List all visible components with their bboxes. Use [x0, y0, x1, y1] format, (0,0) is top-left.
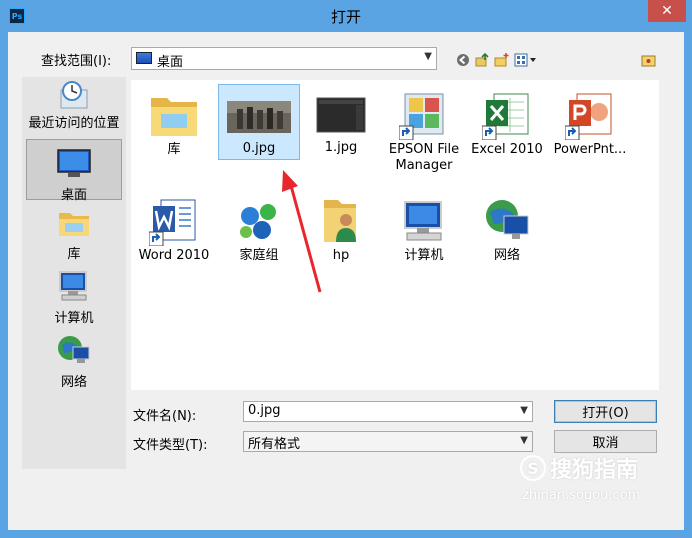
dark-thumbnail-icon [316, 97, 366, 133]
back-arrow-icon [457, 54, 469, 66]
powerpoint-shortcut-icon [564, 93, 612, 141]
file-label: PowerPnt... [553, 142, 627, 157]
file-label: EPSON File [388, 142, 460, 157]
view-menu-button[interactable] [514, 52, 538, 68]
watermark-brand: 搜狗指南 [550, 458, 639, 483]
file-item-selected[interactable]: 0.jpg [218, 84, 300, 160]
file-item[interactable]: 网络 [466, 190, 548, 266]
image-thumbnail-icon [227, 101, 291, 133]
place-label: 库 [67, 247, 81, 262]
cancel-button[interactable]: 取消 [554, 430, 657, 453]
place-computer[interactable]: 计算机 [26, 269, 122, 329]
close-icon: ✕ [661, 3, 673, 19]
epson-shortcut-icon [398, 93, 444, 141]
place-libraries[interactable]: 库 [26, 205, 122, 263]
filetype-label: 文件类型(T): [133, 438, 208, 453]
desktop-icon [136, 52, 152, 64]
sogou-watermark: S 搜狗指南 zhinan.sogou.com [520, 452, 680, 503]
filetype-value: 所有格式 [248, 437, 301, 452]
user-folder-icon [324, 200, 356, 242]
folder-star-icon [641, 55, 656, 67]
computer-icon [59, 271, 87, 301]
place-network[interactable]: 网络 [26, 333, 122, 393]
filename-label: 文件名(N): [133, 409, 197, 424]
close-button[interactable]: ✕ [648, 0, 686, 22]
file-label: 1.jpg [324, 140, 358, 155]
file-item[interactable]: Excel 2010 [466, 84, 548, 160]
recent-places-icon [60, 81, 88, 109]
file-item[interactable]: Word 2010 [133, 190, 215, 266]
file-item[interactable]: EPSON File Manager [383, 84, 465, 180]
place-label: 最近访问的位置 [28, 116, 120, 131]
chevron-down-icon: ▼ [520, 435, 528, 446]
desktop-icon [57, 149, 91, 177]
file-label: 计算机 [404, 248, 444, 263]
extra-folder-button[interactable] [641, 52, 657, 68]
up-folder-icon [475, 52, 489, 67]
up-folder-button[interactable] [474, 52, 490, 68]
computer-icon [404, 201, 442, 241]
lookin-dropdown[interactable]: 桌面 ▼ [131, 47, 437, 70]
libraries-folder-icon [151, 98, 197, 136]
file-label: hp [332, 248, 350, 263]
place-desktop[interactable]: 桌面 [26, 139, 122, 203]
chevron-down-icon: ▼ [424, 51, 432, 62]
filename-input[interactable]: 0.jpg ▼ [243, 401, 533, 422]
chevron-down-icon: ▼ [520, 405, 528, 416]
filetype-select[interactable]: 所有格式 ▼ [243, 431, 533, 452]
file-item[interactable]: 库 [133, 84, 215, 160]
file-label: 库 [167, 142, 181, 157]
new-folder-button[interactable] [494, 52, 510, 68]
window-title: 打开 [330, 8, 361, 26]
file-label-line2: Manager [395, 158, 453, 173]
homegroup-icon [240, 204, 276, 239]
file-label: Excel 2010 [471, 142, 543, 157]
file-item[interactable]: 家庭组 [218, 190, 300, 266]
file-label: 家庭组 [239, 248, 279, 263]
file-label: Word 2010 [138, 248, 210, 263]
network-icon [58, 336, 90, 363]
filename-value: 0.jpg [248, 403, 281, 418]
file-label: 0.jpg [242, 141, 276, 156]
file-list-view[interactable]: 库 0.jpg 1.jpg EPSON File Manager Excel 2… [131, 80, 659, 390]
title-bar: Ps 打开 ✕ [0, 0, 692, 32]
open-button[interactable]: 打开(O) [554, 400, 657, 423]
new-folder-icon [494, 53, 509, 67]
sogou-logo-icon: S [520, 455, 546, 481]
libraries-icon [59, 213, 89, 236]
lookin-label: 查找范围(I): [41, 54, 112, 69]
lookin-value: 桌面 [157, 55, 184, 70]
network-icon [486, 200, 529, 239]
places-bar: 最近访问的位置 桌面 库 计算机 网络 [22, 77, 126, 469]
file-item[interactable]: 计算机 [383, 190, 465, 266]
watermark-url: zhinan.sogou.com [522, 488, 641, 503]
file-item[interactable]: 1.jpg [300, 84, 382, 160]
view-menu-icon [514, 53, 536, 67]
back-button[interactable] [455, 52, 471, 68]
excel-shortcut-icon [481, 93, 529, 141]
word-shortcut-icon [148, 199, 196, 247]
place-label: 计算机 [54, 311, 94, 326]
file-item[interactable]: PowerPnt... [549, 84, 631, 160]
place-label: 网络 [60, 375, 87, 390]
file-label: 网络 [493, 248, 520, 263]
file-item[interactable]: hp [300, 190, 382, 266]
place-recent[interactable]: 最近访问的位置 [26, 80, 122, 132]
place-label: 桌面 [60, 188, 87, 203]
